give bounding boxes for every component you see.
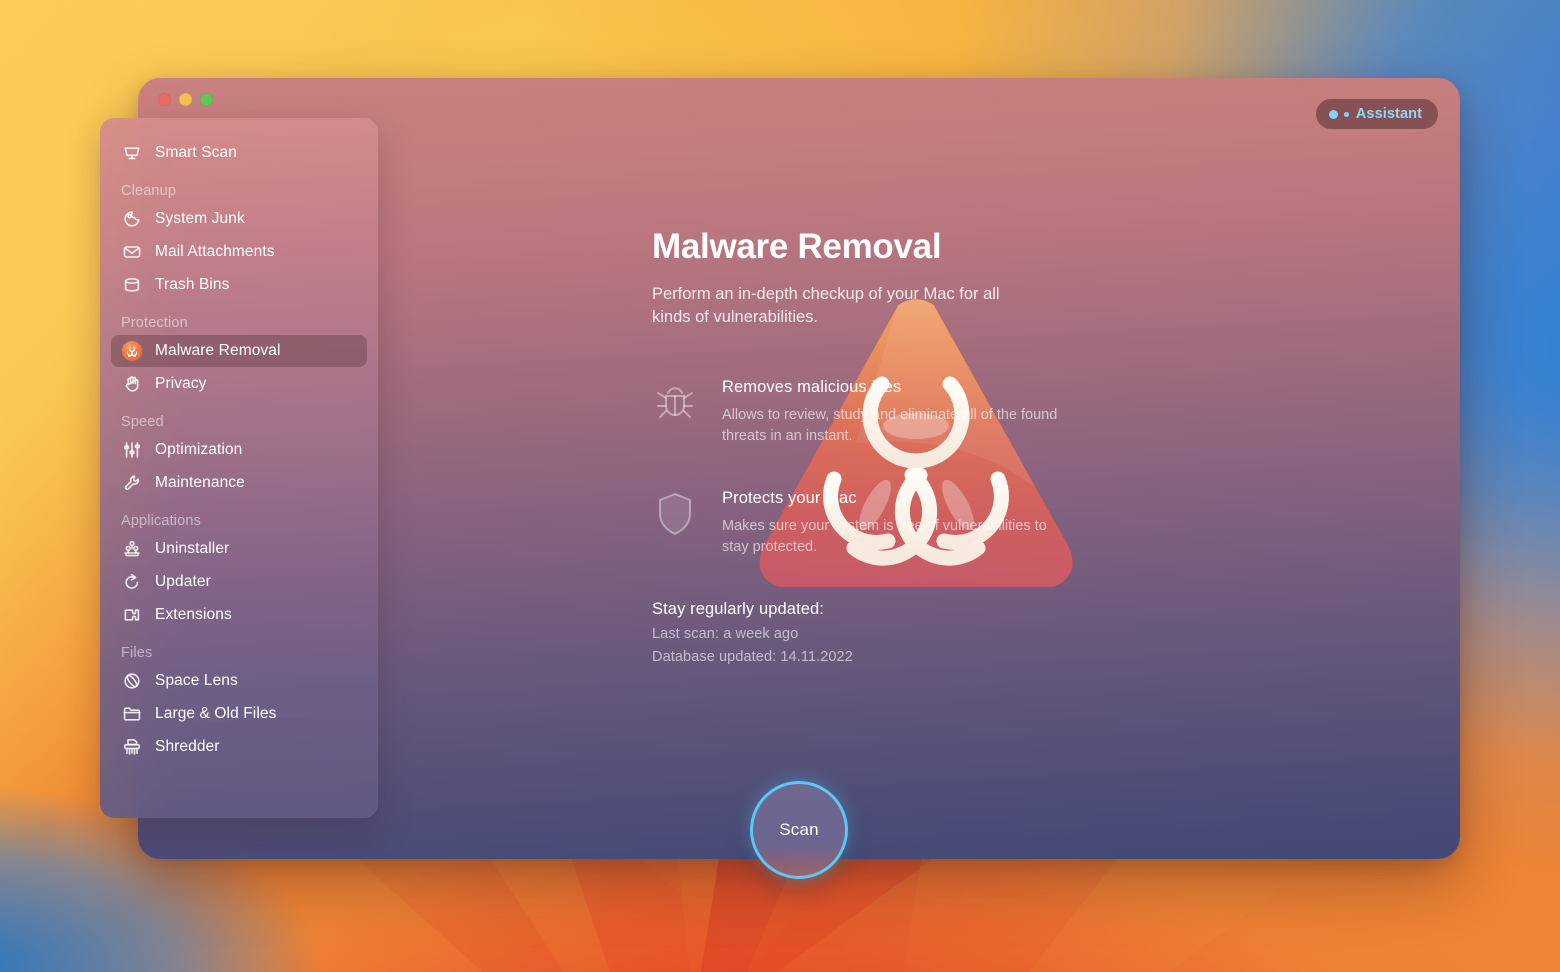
sidebar-item-label: Space Lens <box>155 672 238 689</box>
sidebar-item-label: Maintenance <box>155 474 245 491</box>
maximize-button[interactable] <box>200 93 213 106</box>
sidebar-item-label: Extensions <box>155 606 232 623</box>
sidebar-section-title: Protection <box>121 315 188 331</box>
sidebar: Smart Scan Cleanup System Junk Mail Attachm… <box>100 118 378 818</box>
wrench-icon <box>121 472 143 494</box>
sidebar-item-large-old-files[interactable]: Large & Old Files <box>111 698 367 730</box>
feature-description: Allows to review, study and eliminate al… <box>722 407 1058 445</box>
sidebar-item-maintenance[interactable]: Maintenance <box>111 467 367 499</box>
sliders-icon <box>121 439 143 461</box>
sidebar-item-label: Large & Old Files <box>155 705 277 722</box>
uninstaller-icon <box>121 538 143 560</box>
bug-icon <box>652 378 698 447</box>
smart-scan-icon <box>121 142 143 164</box>
sidebar-item-optimization[interactable]: Optimization <box>111 434 367 466</box>
system-junk-icon <box>121 208 143 230</box>
close-button[interactable] <box>158 93 171 106</box>
sidebar-item-label: Smart Scan <box>155 144 237 161</box>
last-scan-text: Last scan: a week ago <box>652 626 799 643</box>
page-title: Malware Removal <box>652 227 942 266</box>
sidebar-item-smart-scan[interactable]: Smart Scan <box>111 137 367 169</box>
sidebar-nav: Smart Scan Cleanup System Junk Mail Attachm… <box>100 137 378 763</box>
sidebar-section-title: Cleanup <box>121 183 177 199</box>
sidebar-item-label: Uninstaller <box>155 540 230 557</box>
sidebar-item-extensions[interactable]: Extensions <box>111 599 367 631</box>
hand-icon <box>121 373 143 395</box>
assistant-dot-large-icon <box>1328 109 1338 119</box>
sidebar-section-title: Speed <box>121 414 164 430</box>
feature-item: Removes malicious files Allows to review… <box>652 378 1460 447</box>
database-updated-text: Database updated: 14.11.2022 <box>652 649 853 666</box>
sidebar-item-label: Privacy <box>155 375 207 392</box>
sidebar-item-shredder[interactable]: Shredder <box>111 731 367 763</box>
desktop-wallpaper: Malware Removal Perform an in-depth chec… <box>0 0 1560 972</box>
main-content: Malware Removal Perform an in-depth chec… <box>516 78 1460 859</box>
sidebar-item-mail-attachments[interactable]: Mail Attachments <box>111 236 367 268</box>
feature-title: Protects your Mac <box>722 489 857 508</box>
sidebar-item-label: Trash Bins <box>155 276 230 293</box>
sidebar-item-uninstaller[interactable]: Uninstaller <box>111 533 367 565</box>
feature-item: Protects your Mac Makes sure your system… <box>652 489 1460 558</box>
extensions-icon <box>121 604 143 626</box>
sidebar-item-label: Mail Attachments <box>155 243 275 260</box>
sidebar-item-label: Malware Removal <box>155 342 281 359</box>
status-title: Stay regularly updated: <box>652 600 824 619</box>
space-lens-icon <box>121 670 143 692</box>
trash-bin-icon <box>121 274 143 296</box>
sidebar-item-label: Updater <box>155 573 211 590</box>
sidebar-section-title: Applications <box>121 513 201 529</box>
scan-button-label: Scan <box>779 820 819 839</box>
assistant-label: Assistant <box>1355 106 1422 122</box>
sidebar-item-privacy[interactable]: Privacy <box>111 368 367 400</box>
sidebar-item-updater[interactable]: Updater <box>111 566 367 598</box>
feature-description: Makes sure your system is free of vulner… <box>722 518 1047 556</box>
traffic-lights <box>158 93 213 106</box>
folder-icon <box>121 703 143 725</box>
sidebar-section-title: Files <box>121 645 153 661</box>
sidebar-item-system-junk[interactable]: System Junk <box>111 203 367 235</box>
sidebar-item-label: System Junk <box>155 210 245 227</box>
sidebar-item-label: Optimization <box>155 441 243 458</box>
updater-icon <box>121 571 143 593</box>
sidebar-item-trash-bins[interactable]: Trash Bins <box>111 269 367 301</box>
assistant-dot-small-icon <box>1343 111 1349 117</box>
minimize-button[interactable] <box>179 93 192 106</box>
sidebar-item-malware-removal[interactable]: Malware Removal <box>111 335 367 367</box>
page-subtitle: Perform an in-depth checkup of your Mac … <box>652 284 1000 327</box>
status-block: Stay regularly updated: Last scan: a wee… <box>652 600 1460 665</box>
assistant-button[interactable]: Assistant <box>1315 99 1438 129</box>
sidebar-item-label: Shredder <box>155 738 220 755</box>
shield-icon <box>652 489 698 558</box>
scan-button[interactable]: Scan <box>750 781 848 879</box>
feature-title: Removes malicious files <box>722 378 902 397</box>
feature-list: Removes malicious files Allows to review… <box>652 378 1460 558</box>
mail-icon <box>121 241 143 263</box>
shredder-icon <box>121 736 143 758</box>
biohazard-icon <box>121 340 143 362</box>
sidebar-item-space-lens[interactable]: Space Lens <box>111 665 367 697</box>
